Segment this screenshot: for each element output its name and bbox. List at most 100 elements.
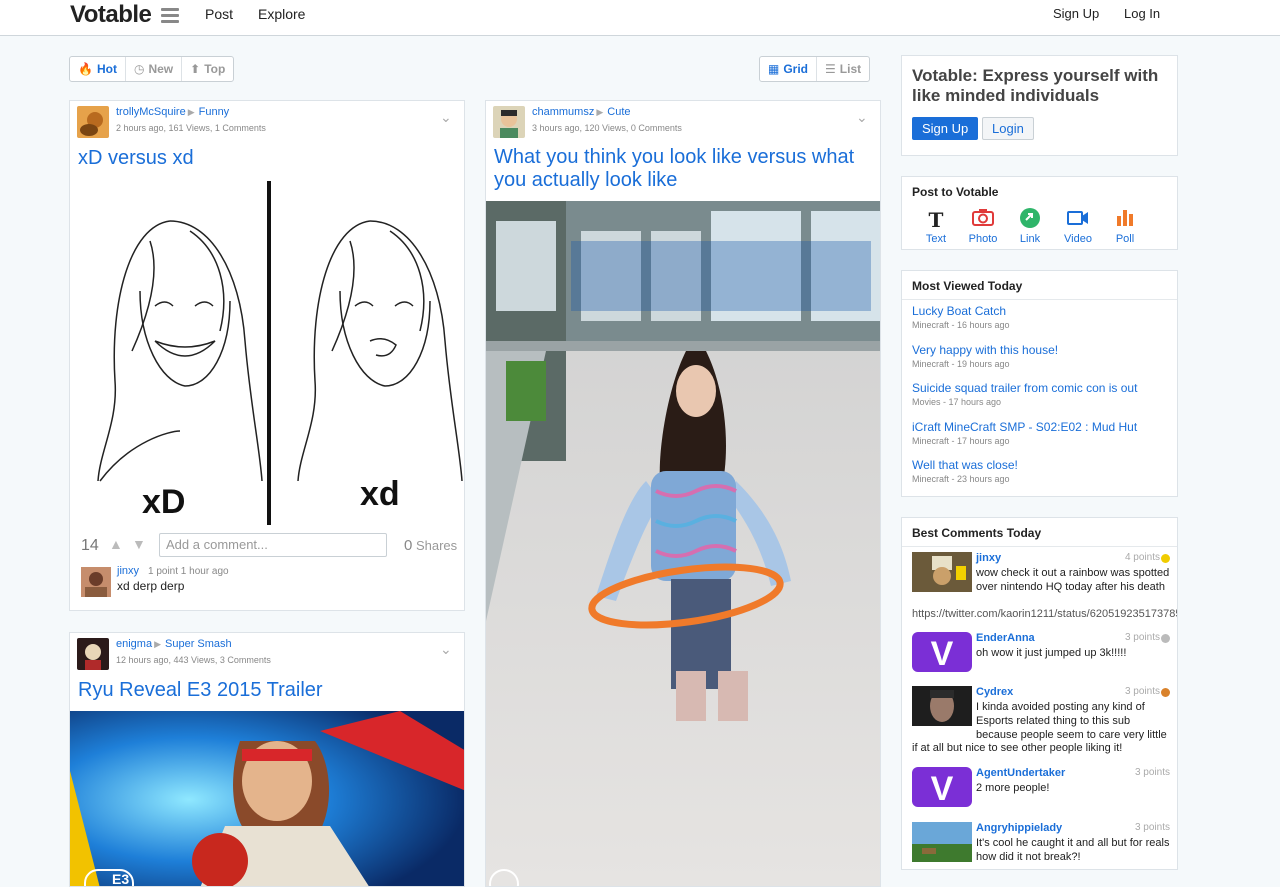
menu-icon[interactable] bbox=[161, 8, 179, 23]
most-viewed-title: Most Viewed Today bbox=[902, 271, 1177, 300]
comment-author[interactable]: EnderAnna bbox=[976, 632, 1035, 644]
comment-author[interactable]: AgentUndertaker bbox=[976, 767, 1065, 779]
svg-text:V: V bbox=[931, 635, 954, 672]
post-video[interactable] bbox=[486, 201, 880, 886]
post-author[interactable]: enigma bbox=[116, 638, 152, 650]
tab-top[interactable]: ⬆ Top bbox=[182, 57, 233, 81]
comment-input[interactable]: Add a comment... bbox=[159, 533, 387, 557]
tab-new[interactable]: ◷ New bbox=[126, 57, 183, 81]
comment-text: wow check it out a rainbow was spotted o… bbox=[976, 567, 1170, 593]
comment-points: 3 points bbox=[1134, 767, 1170, 778]
svg-text:V: V bbox=[931, 770, 954, 807]
comment-text: It's cool he caught it and all but for r… bbox=[976, 837, 1170, 863]
chevron-down-icon[interactable]: ⌄ bbox=[440, 641, 454, 657]
post-image[interactable]: xD xd bbox=[70, 181, 464, 525]
silver-medal-icon bbox=[1161, 634, 1170, 643]
most-viewed-meta: Movies - 17 hours ago bbox=[912, 397, 1002, 407]
post-to-title: Post to Votable bbox=[912, 185, 999, 199]
post-photo-label: Photo bbox=[968, 233, 998, 245]
most-viewed-link[interactable]: Suicide squad trailer from comic con is … bbox=[912, 381, 1137, 395]
post-card: enigma ▶ Super Smash 12 hours ago, 443 Vie… bbox=[69, 632, 465, 887]
login-button[interactable]: Login bbox=[982, 117, 1034, 140]
tab-list[interactable]: ☰ List bbox=[817, 57, 869, 81]
signup-link[interactable]: Sign Up bbox=[1053, 6, 1099, 21]
nav-post[interactable]: Post bbox=[205, 6, 233, 22]
most-viewed-link[interactable]: Very happy with this house! bbox=[912, 343, 1058, 357]
clock-icon: ◷ bbox=[133, 62, 145, 76]
post-author[interactable]: trollyMcSquire bbox=[116, 106, 186, 118]
list-item: V AgentUndertaker 3 points 2 more people… bbox=[912, 767, 1170, 817]
post-category[interactable]: Super Smash bbox=[165, 638, 232, 650]
shares[interactable]: 0 Shares bbox=[404, 537, 457, 554]
text-icon: T bbox=[928, 208, 944, 232]
post-title[interactable]: xD versus xd bbox=[78, 147, 194, 170]
post-card: trollyMcSquire ▶ Funny 2 hours ago, 161 Vi… bbox=[69, 100, 465, 611]
list-item[interactable]: Lucky Boat Catch Minecraft - 16 hours ago bbox=[912, 304, 1010, 330]
avatar[interactable] bbox=[77, 638, 109, 670]
post-title[interactable]: What you think you look like versus what… bbox=[494, 146, 874, 192]
comment-text: I kinda avoided posting any kind of Espo… bbox=[976, 701, 1167, 741]
list-item[interactable]: Well that was close! Minecraft - 23 hours… bbox=[912, 458, 1018, 484]
post-category[interactable]: Cute bbox=[607, 106, 630, 118]
avatar[interactable] bbox=[493, 106, 525, 138]
avatar[interactable] bbox=[912, 552, 972, 592]
tab-grid[interactable]: ▦ Grid bbox=[760, 57, 818, 81]
image-caption-right: xd bbox=[360, 475, 400, 513]
promo-text: Votable: Express yourself with like mind… bbox=[912, 66, 1159, 105]
login-link[interactable]: Log In bbox=[1124, 6, 1160, 21]
comment-text: oh wow it just jumped up 3k!!!!! bbox=[976, 647, 1127, 659]
site-logo[interactable]: Votable bbox=[70, 1, 152, 29]
most-viewed-link[interactable]: Lucky Boat Catch bbox=[912, 304, 1010, 318]
most-viewed-link[interactable]: Well that was close! bbox=[912, 458, 1018, 472]
top-navbar: Votable Post Explore Sign Up Log In bbox=[0, 0, 1280, 36]
upvote-icon[interactable]: ▲ bbox=[109, 536, 123, 552]
comment-author[interactable]: Cydrex bbox=[976, 686, 1013, 698]
downvote-icon[interactable]: ▼ bbox=[132, 536, 146, 552]
list-icon: ☰ bbox=[825, 62, 836, 76]
most-viewed-meta: Minecraft - 23 hours ago bbox=[912, 474, 1010, 484]
best-comments-box: Best Comments Today jinxy 4 points wow c… bbox=[901, 517, 1178, 870]
comment-author[interactable]: jinxy bbox=[117, 565, 139, 577]
most-viewed-meta: Minecraft - 17 hours ago bbox=[912, 436, 1010, 446]
post-link-button[interactable]: Link bbox=[1010, 207, 1050, 245]
list-item[interactable]: Very happy with this house! Minecraft - 1… bbox=[912, 343, 1058, 369]
tab-hot[interactable]: 🔥 Hot bbox=[70, 57, 126, 81]
signup-button[interactable]: Sign Up bbox=[912, 117, 979, 140]
avatar[interactable] bbox=[81, 567, 111, 597]
post-video-button[interactable]: Video bbox=[1058, 207, 1098, 245]
tab-new-label: New bbox=[148, 62, 174, 76]
post-photo-button[interactable]: Photo bbox=[963, 207, 1003, 245]
avatar[interactable] bbox=[912, 686, 972, 726]
post-author[interactable]: chammumsz bbox=[532, 106, 594, 118]
score: 14 bbox=[81, 537, 99, 554]
post-poll-label: Poll bbox=[1115, 233, 1135, 245]
caret-right-icon: ▶ bbox=[187, 107, 195, 117]
grid-icon: ▦ bbox=[768, 62, 780, 76]
avatar[interactable] bbox=[912, 822, 972, 862]
comment-points: 3 points bbox=[1134, 822, 1170, 833]
comment-points: 3 points bbox=[1124, 686, 1160, 697]
post-poll-button[interactable]: Poll bbox=[1105, 207, 1145, 245]
e3-badge: E3 bbox=[84, 869, 134, 886]
post-text-button[interactable]: T Text bbox=[916, 207, 956, 245]
post-meta: 3 hours ago, 120 Views, 0 Comments bbox=[532, 123, 682, 133]
comment-author[interactable]: Angryhippielady bbox=[976, 822, 1062, 834]
most-viewed-link[interactable]: iCraft MineCraft SMP - S02:E02 : Mud Hut bbox=[912, 420, 1137, 434]
comment-author[interactable]: jinxy bbox=[976, 552, 1001, 564]
tab-grid-label: Grid bbox=[783, 62, 809, 76]
comment-link[interactable]: https://twitter.com/kaorin1211/status/62… bbox=[912, 608, 1177, 620]
post-category[interactable]: Funny bbox=[199, 106, 230, 118]
chevron-down-icon[interactable]: ⌄ bbox=[856, 109, 870, 125]
list-item[interactable]: Suicide squad trailer from comic con is … bbox=[912, 381, 1137, 407]
chevron-down-icon[interactable]: ⌄ bbox=[440, 109, 454, 125]
avatar[interactable]: V bbox=[912, 632, 972, 672]
list-item: Angryhippielady 3 points It's cool he ca… bbox=[912, 822, 1170, 868]
avatar[interactable]: V bbox=[912, 767, 972, 807]
post-video[interactable]: E3 bbox=[70, 711, 464, 886]
nav-explore[interactable]: Explore bbox=[258, 6, 305, 22]
avatar[interactable] bbox=[77, 106, 109, 138]
post-title[interactable]: Ryu Reveal E3 2015 Trailer bbox=[78, 679, 323, 702]
arrow-up-icon: ⬆ bbox=[190, 62, 201, 76]
tab-list-label: List bbox=[839, 62, 862, 76]
list-item[interactable]: iCraft MineCraft SMP - S02:E02 : Mud Hut… bbox=[912, 420, 1137, 446]
